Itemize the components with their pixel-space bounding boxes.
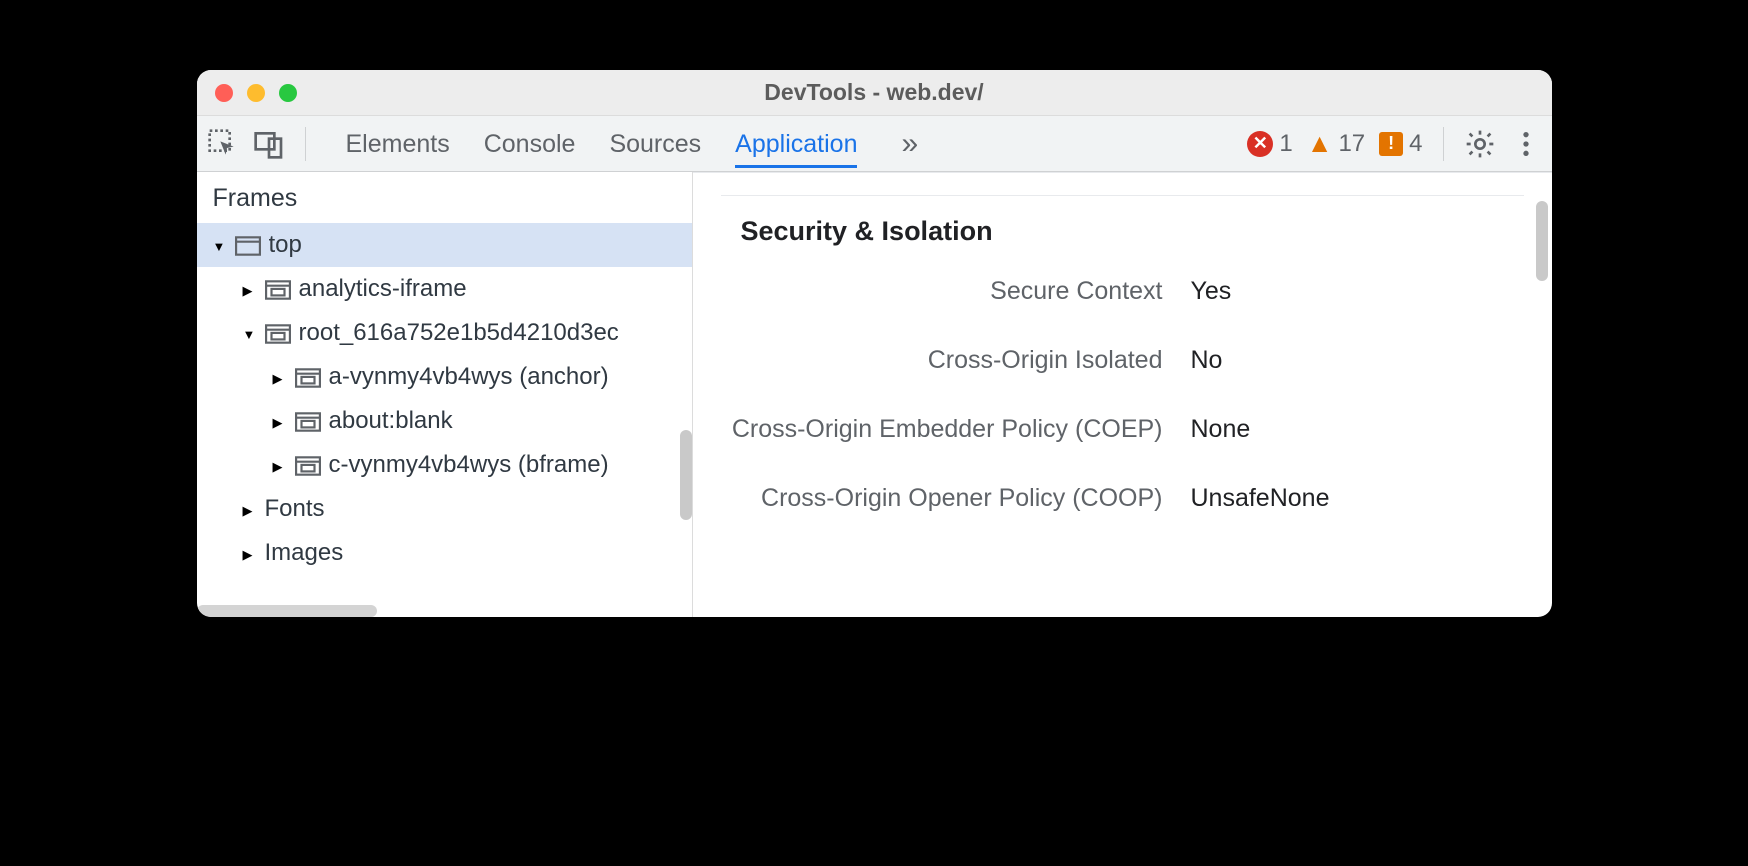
tab-sources[interactable]: Sources: [609, 120, 701, 168]
more-options-icon[interactable]: [1510, 128, 1542, 160]
tree-item-root-iframe[interactable]: root_616a752e1b5d4210d3ec: [197, 311, 692, 355]
field-label: Secure Context: [721, 277, 1191, 306]
separator: [1443, 127, 1444, 161]
iframe-icon: [295, 455, 321, 475]
tree-item-label: Images: [265, 539, 344, 567]
tree-item-label: about:blank: [329, 407, 453, 435]
window-title: DevTools - web.dev/: [197, 79, 1552, 106]
tree-item-anchor-frame[interactable]: a-vynmy4vb4wys (anchor): [197, 355, 692, 399]
sidebar-scrollbar[interactable]: [680, 430, 692, 520]
field-value: Yes: [1191, 277, 1232, 306]
issues-counter[interactable]: ! 4: [1379, 130, 1422, 158]
tree-item-label: c-vynmy4vb4wys (bframe): [329, 451, 609, 479]
warning-icon: ▲: [1307, 128, 1333, 159]
more-tabs-icon[interactable]: »: [901, 127, 918, 161]
iframe-icon: [295, 367, 321, 387]
tree-item-about-blank[interactable]: about:blank: [197, 399, 692, 443]
frames-tree: top analytics-iframe root_616a752e1b5d42…: [197, 223, 692, 617]
tree-item-label: analytics-iframe: [299, 275, 467, 303]
devtools-toolbar: Elements Console Sources Application » ✕…: [197, 116, 1552, 172]
sidebar-heading: Frames: [197, 172, 692, 223]
iframe-icon: [265, 279, 291, 299]
errors-counter[interactable]: ✕ 1: [1247, 130, 1292, 158]
frame-details-panel: Security & Isolation Secure Context Yes …: [693, 172, 1552, 617]
tree-item-analytics-iframe[interactable]: analytics-iframe: [197, 267, 692, 311]
kv-secure-context: Secure Context Yes: [721, 277, 1524, 306]
errors-count: 1: [1279, 130, 1292, 158]
field-value: None: [1191, 415, 1251, 444]
device-toolbar-icon[interactable]: [253, 128, 285, 160]
field-label: Cross-Origin Opener Policy (COOP): [721, 484, 1191, 513]
separator: [305, 127, 306, 161]
window-frame-icon: [235, 235, 261, 255]
tree-item-top[interactable]: top: [197, 223, 692, 267]
chevron-right-icon[interactable]: [273, 455, 287, 476]
field-value: No: [1191, 346, 1223, 375]
kv-coep: Cross-Origin Embedder Policy (COEP) None: [721, 415, 1524, 444]
warnings-counter[interactable]: ▲ 17: [1307, 128, 1365, 159]
content-area: Frames top analytics-iframe: [197, 172, 1552, 617]
tree-item-label: a-vynmy4vb4wys (anchor): [329, 363, 609, 391]
frames-sidebar: Frames top analytics-iframe: [197, 172, 693, 617]
inspect-element-icon[interactable]: [207, 128, 239, 160]
settings-gear-icon[interactable]: [1464, 128, 1496, 160]
chevron-right-icon[interactable]: [273, 367, 287, 388]
field-label: Cross-Origin Isolated: [721, 346, 1191, 375]
tree-item-label: top: [269, 231, 302, 259]
chevron-down-icon[interactable]: [213, 235, 227, 256]
window-controls: [197, 84, 297, 102]
devtools-window: DevTools - web.dev/ Elements Console Sou…: [197, 70, 1552, 617]
kv-cross-origin-isolated: Cross-Origin Isolated No: [721, 346, 1524, 375]
issues-count: 4: [1409, 130, 1422, 158]
iframe-icon: [265, 323, 291, 343]
minimize-window-button[interactable]: [247, 84, 265, 102]
field-value: UnsafeNone: [1191, 484, 1330, 513]
error-icon: ✕: [1247, 131, 1273, 157]
tree-item-images[interactable]: Images: [197, 531, 692, 575]
zoom-window-button[interactable]: [279, 84, 297, 102]
tab-console[interactable]: Console: [484, 120, 576, 168]
tree-item-label: Fonts: [265, 495, 325, 523]
close-window-button[interactable]: [215, 84, 233, 102]
iframe-icon: [295, 411, 321, 431]
tab-elements[interactable]: Elements: [346, 120, 450, 168]
chevron-down-icon[interactable]: [243, 323, 257, 344]
panel-tabs: Elements Console Sources Application »: [346, 120, 919, 168]
kv-coop: Cross-Origin Opener Policy (COOP) Unsafe…: [721, 484, 1524, 513]
field-label: Cross-Origin Embedder Policy (COEP): [721, 415, 1191, 444]
chevron-right-icon[interactable]: [243, 543, 257, 564]
tree-item-label: root_616a752e1b5d4210d3ec: [299, 319, 619, 347]
status-counters: ✕ 1 ▲ 17 ! 4: [1247, 128, 1422, 159]
sidebar-h-scrollbar[interactable]: [197, 605, 377, 617]
section-title: Security & Isolation: [741, 216, 1524, 247]
tree-item-fonts[interactable]: Fonts: [197, 487, 692, 531]
main-scrollbar[interactable]: [1536, 201, 1548, 281]
chevron-right-icon[interactable]: [273, 411, 287, 432]
tree-item-bframe[interactable]: c-vynmy4vb4wys (bframe): [197, 443, 692, 487]
chevron-right-icon[interactable]: [243, 499, 257, 520]
tab-application[interactable]: Application: [735, 120, 857, 168]
chevron-right-icon[interactable]: [243, 279, 257, 300]
issue-icon: !: [1379, 132, 1403, 156]
warnings-count: 17: [1338, 130, 1365, 158]
titlebar: DevTools - web.dev/: [197, 70, 1552, 116]
security-isolation-section: Security & Isolation Secure Context Yes …: [721, 195, 1524, 513]
